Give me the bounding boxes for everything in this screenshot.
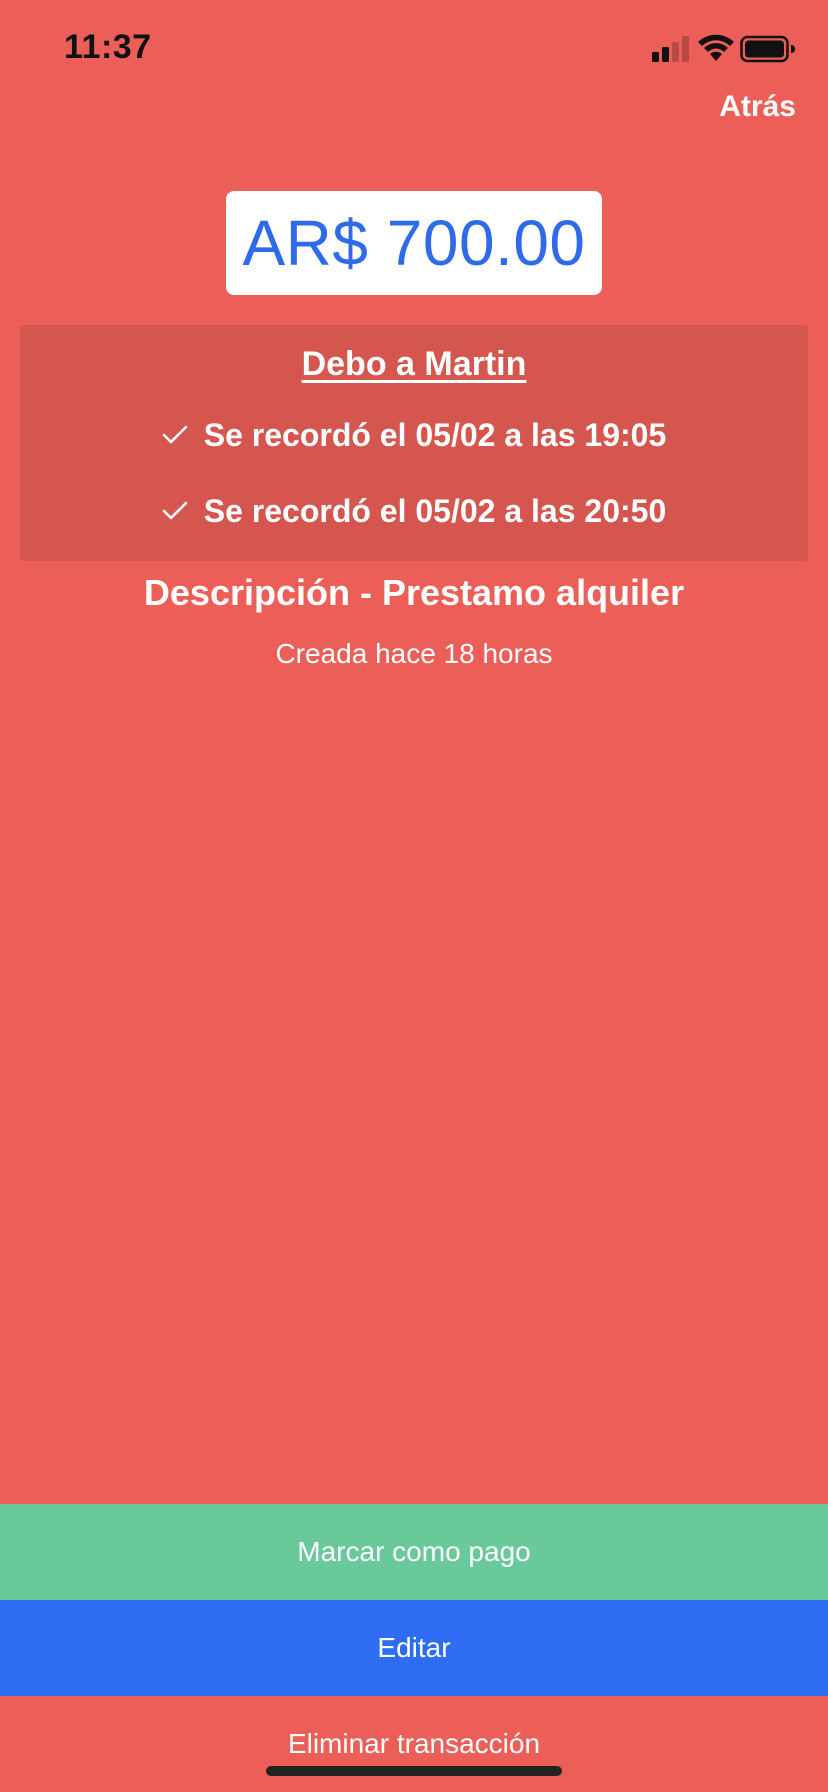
battery-icon bbox=[740, 35, 795, 63]
check-icon bbox=[162, 501, 188, 519]
delete-transaction-button[interactable]: Eliminar transacción bbox=[0, 1696, 828, 1792]
status-bar: 11:37 bbox=[0, 0, 828, 100]
reminder-item: Se recordó el 05/02 a las 19:05 bbox=[20, 417, 808, 454]
description-text: Descripción - Prestamo alquiler bbox=[143, 572, 685, 613]
check-icon bbox=[162, 425, 188, 443]
debt-title: Debo a Martin bbox=[301, 345, 527, 383]
status-time: 11:37 bbox=[64, 28, 152, 66]
wifi-icon bbox=[698, 34, 734, 61]
amount-value: AR$ 700.00 bbox=[242, 207, 586, 279]
amount-display: AR$ 700.00 bbox=[226, 191, 602, 295]
debt-info-card: Debo a Martin Se recordó el 05/02 a las … bbox=[20, 325, 808, 561]
mark-as-paid-button[interactable]: Marcar como pago bbox=[0, 1504, 828, 1600]
edit-button[interactable]: Editar bbox=[0, 1600, 828, 1696]
cellular-signal-icon bbox=[652, 36, 689, 62]
reminder-text: Se recordó el 05/02 a las 20:50 bbox=[203, 493, 667, 529]
back-button[interactable]: Atrás bbox=[719, 90, 796, 124]
reminder-item: Se recordó el 05/02 a las 20:50 bbox=[20, 493, 808, 530]
home-indicator[interactable] bbox=[266, 1766, 562, 1776]
created-time-text: Creada hace 18 horas bbox=[275, 638, 553, 669]
reminder-text: Se recordó el 05/02 a las 19:05 bbox=[203, 417, 667, 453]
